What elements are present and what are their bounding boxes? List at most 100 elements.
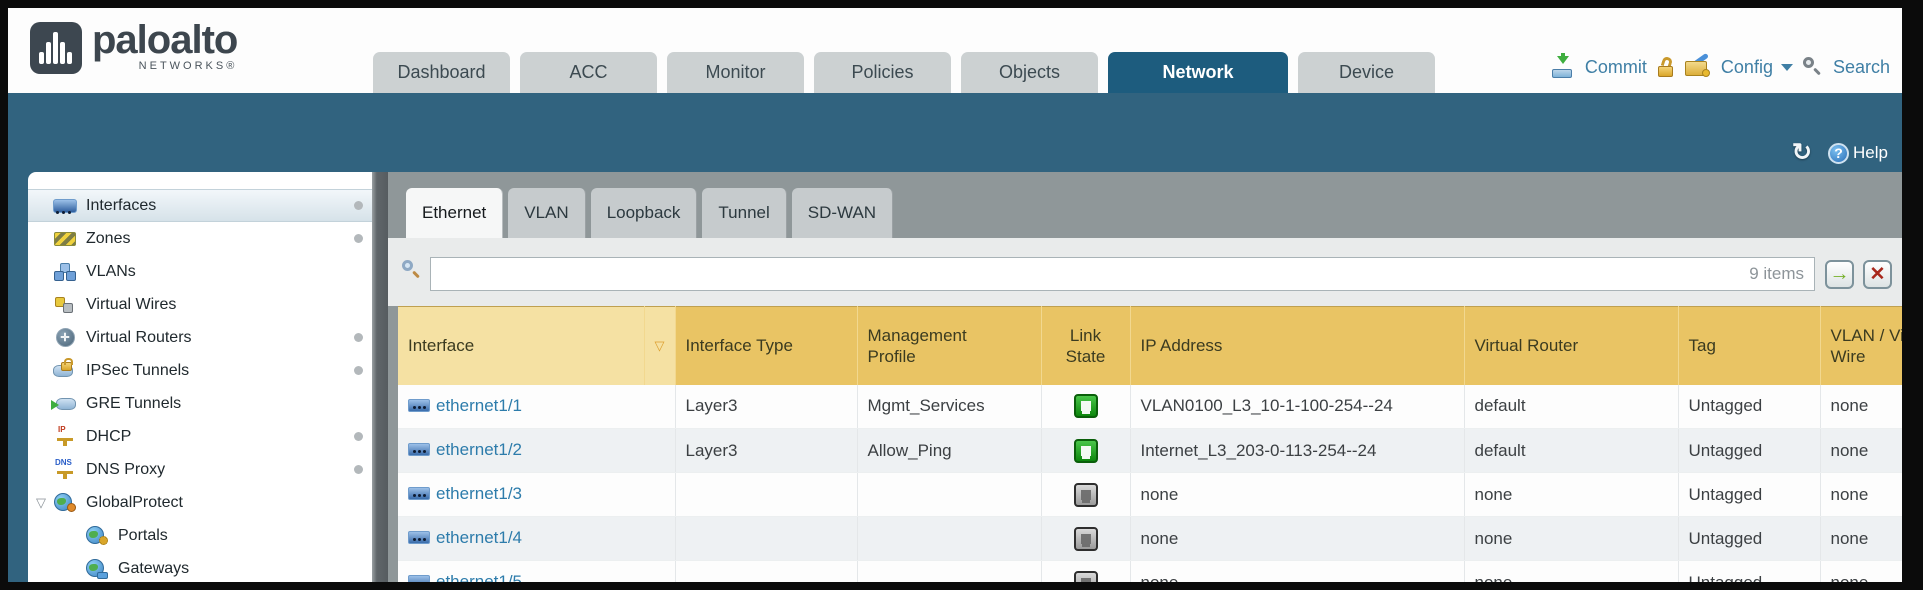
ethernet-port-icon (408, 575, 430, 582)
sidebar-item-dhcp[interactable]: IPDHCP (28, 420, 372, 453)
sidebar-item-globalprotect[interactable]: ▽ GlobalProtect (28, 486, 372, 519)
sidebar-item-portals[interactable]: Portals (28, 519, 372, 552)
gre-tunnels-icon (52, 393, 78, 415)
sidebar-item-label: GlobalProtect (86, 494, 183, 512)
sidebar-item-dot (354, 234, 363, 243)
cell-link-state (1041, 385, 1130, 429)
interface-link[interactable]: ethernet1/5 (408, 572, 522, 582)
column-header-type[interactable]: Interface Type (675, 307, 857, 385)
commit-button[interactable]: Commit (1585, 57, 1647, 78)
link-state-up-icon[interactable] (1074, 439, 1098, 463)
cell-ip-address: none (1130, 517, 1464, 561)
column-header-vr[interactable]: Virtual Router (1464, 307, 1678, 385)
sidebar-item-dot (354, 366, 363, 375)
network-sidebar: Interfaces ZonesVLANsVirtual Wires✛Virtua… (28, 172, 372, 582)
link-state-up-icon[interactable] (1074, 394, 1098, 418)
interface-type-tabs: EthernetVLANLoopbackTunnelSD-WAN (406, 188, 893, 238)
sidebar-item-ipsec-tunnels[interactable]: IPSec Tunnels (28, 354, 372, 387)
commit-icon[interactable] (1551, 56, 1575, 78)
cell-interface-type (675, 517, 857, 561)
column-header-mgmt[interactable]: Management Profile (857, 307, 1041, 385)
nav-tab-acc[interactable]: ACC (520, 52, 657, 93)
refresh-icon[interactable]: ↻ (1792, 142, 1812, 164)
sidebar-scrollbar[interactable] (372, 172, 388, 582)
column-header-label: Interface Type (686, 335, 857, 356)
config-dropdown-caret-icon[interactable] (1781, 64, 1793, 71)
nav-tab-policies[interactable]: Policies (814, 52, 951, 93)
interface-link[interactable]: ethernet1/1 (408, 396, 522, 416)
sidebar-item-label: Gateways (118, 560, 189, 578)
sidebar-item-label: Virtual Routers (86, 329, 192, 347)
workspace: Interfaces ZonesVLANsVirtual Wires✛Virtua… (8, 172, 1902, 582)
cell-interface-type (675, 561, 857, 583)
link-state-down-icon[interactable] (1074, 483, 1098, 507)
interfaces-icon (52, 195, 78, 217)
apply-filter-button[interactable]: → (1825, 260, 1854, 289)
config-icon[interactable] (1685, 57, 1711, 77)
tab-tunnel[interactable]: Tunnel (702, 188, 786, 238)
tab-loopback[interactable]: Loopback (591, 188, 698, 238)
interface-link[interactable]: ethernet1/4 (408, 528, 522, 548)
filter-input[interactable]: 9 items (430, 257, 1815, 291)
nav-tab-monitor[interactable]: Monitor (667, 52, 804, 93)
lock-icon[interactable] (1657, 57, 1675, 77)
cell-vlan-wire: none (1820, 517, 1902, 561)
header-actions: Commit Config Search (1551, 56, 1890, 78)
search-icon[interactable] (1803, 57, 1823, 77)
clear-filter-button[interactable]: ✕ (1863, 260, 1892, 289)
cell-ip-address: VLAN0100_L3_10-1-100-254--24 (1130, 385, 1464, 429)
tab-ethernet[interactable]: Ethernet (406, 188, 503, 238)
sort-direction-icon[interactable]: ▽ (644, 307, 675, 385)
link-state-down-icon[interactable] (1074, 527, 1098, 551)
column-header-link[interactable]: Link State (1041, 307, 1130, 385)
sidebar-item-dns-proxy[interactable]: DNSDNS Proxy (28, 453, 372, 486)
app-header: paloalto NETWORKS® DashboardACCMonitorPo… (8, 8, 1902, 93)
search-button[interactable]: Search (1833, 57, 1890, 78)
sidebar-item-virtual-routers[interactable]: ✛Virtual Routers (28, 321, 372, 354)
paloalto-logo: paloalto NETWORKS® (30, 16, 237, 74)
nav-tab-dashboard[interactable]: Dashboard (373, 52, 510, 93)
sidebar-item-virtual-wires[interactable]: Virtual Wires (28, 288, 372, 321)
table-row: ethernet1/1Layer3Mgmt_ServicesVLAN0100_L… (398, 385, 1902, 429)
nav-tab-network[interactable]: Network (1108, 52, 1288, 93)
column-header-label: VLAN / Virtual-Wire (1831, 325, 1903, 368)
sidebar-item-vlans[interactable]: VLANs (28, 255, 372, 288)
help-label: Help (1853, 143, 1888, 163)
cell-vlan-wire: none (1820, 473, 1902, 517)
column-header-ip[interactable]: IP Address (1130, 307, 1464, 385)
column-header-interface[interactable]: Interface (398, 307, 644, 385)
screenshot-frame: paloalto NETWORKS® DashboardACCMonitorPo… (0, 0, 1923, 590)
help-button[interactable]: ? Help (1828, 143, 1888, 164)
tab-vlan[interactable]: VLAN (508, 188, 585, 238)
zones-icon (52, 228, 78, 250)
cell-interface-type: Layer3 (675, 429, 857, 473)
portals-icon (84, 525, 110, 547)
link-state-down-icon[interactable] (1074, 571, 1098, 583)
config-button[interactable]: Config (1721, 57, 1773, 78)
sidebar-item-label: Interfaces (86, 197, 156, 215)
sidebar-item-gateways[interactable]: Gateways (28, 552, 372, 582)
tab-sd-wan[interactable]: SD-WAN (792, 188, 893, 238)
interface-link[interactable]: ethernet1/2 (408, 440, 522, 460)
nav-tab-objects[interactable]: Objects (961, 52, 1098, 93)
cell-tag: Untagged (1678, 473, 1820, 517)
ethernet-port-icon (408, 487, 430, 500)
sidebar-item-zones[interactable]: Zones (28, 222, 372, 255)
column-header-tag[interactable]: Tag (1678, 307, 1820, 385)
interface-link[interactable]: ethernet1/3 (408, 484, 522, 504)
column-header-label: Virtual Router (1475, 335, 1678, 356)
sidebar-item-label: DNS Proxy (86, 461, 165, 479)
nav-tab-device[interactable]: Device (1298, 52, 1435, 93)
ethernet-port-icon (408, 443, 430, 456)
column-header-vlan[interactable]: VLAN / Virtual-Wire (1820, 307, 1902, 385)
cell-tag: Untagged (1678, 385, 1820, 429)
sidebar-item-gre-tunnels[interactable]: GRE Tunnels (28, 387, 372, 420)
table-row: ethernet1/5nonenoneUntaggednone (398, 561, 1902, 583)
expand-collapse-icon[interactable]: ▽ (32, 495, 50, 511)
filter-toolbar: 9 items → ✕ (388, 238, 1902, 306)
table-row: ethernet1/2Layer3Allow_PingInternet_L3_2… (398, 429, 1902, 473)
sidebar-item-interfaces[interactable]: Interfaces (28, 189, 372, 222)
cell-interface: ethernet1/2 (398, 429, 675, 473)
cell-virtual-router: none (1464, 561, 1678, 583)
content-panel: EthernetVLANLoopbackTunnelSD-WAN 9 items… (388, 172, 1902, 582)
